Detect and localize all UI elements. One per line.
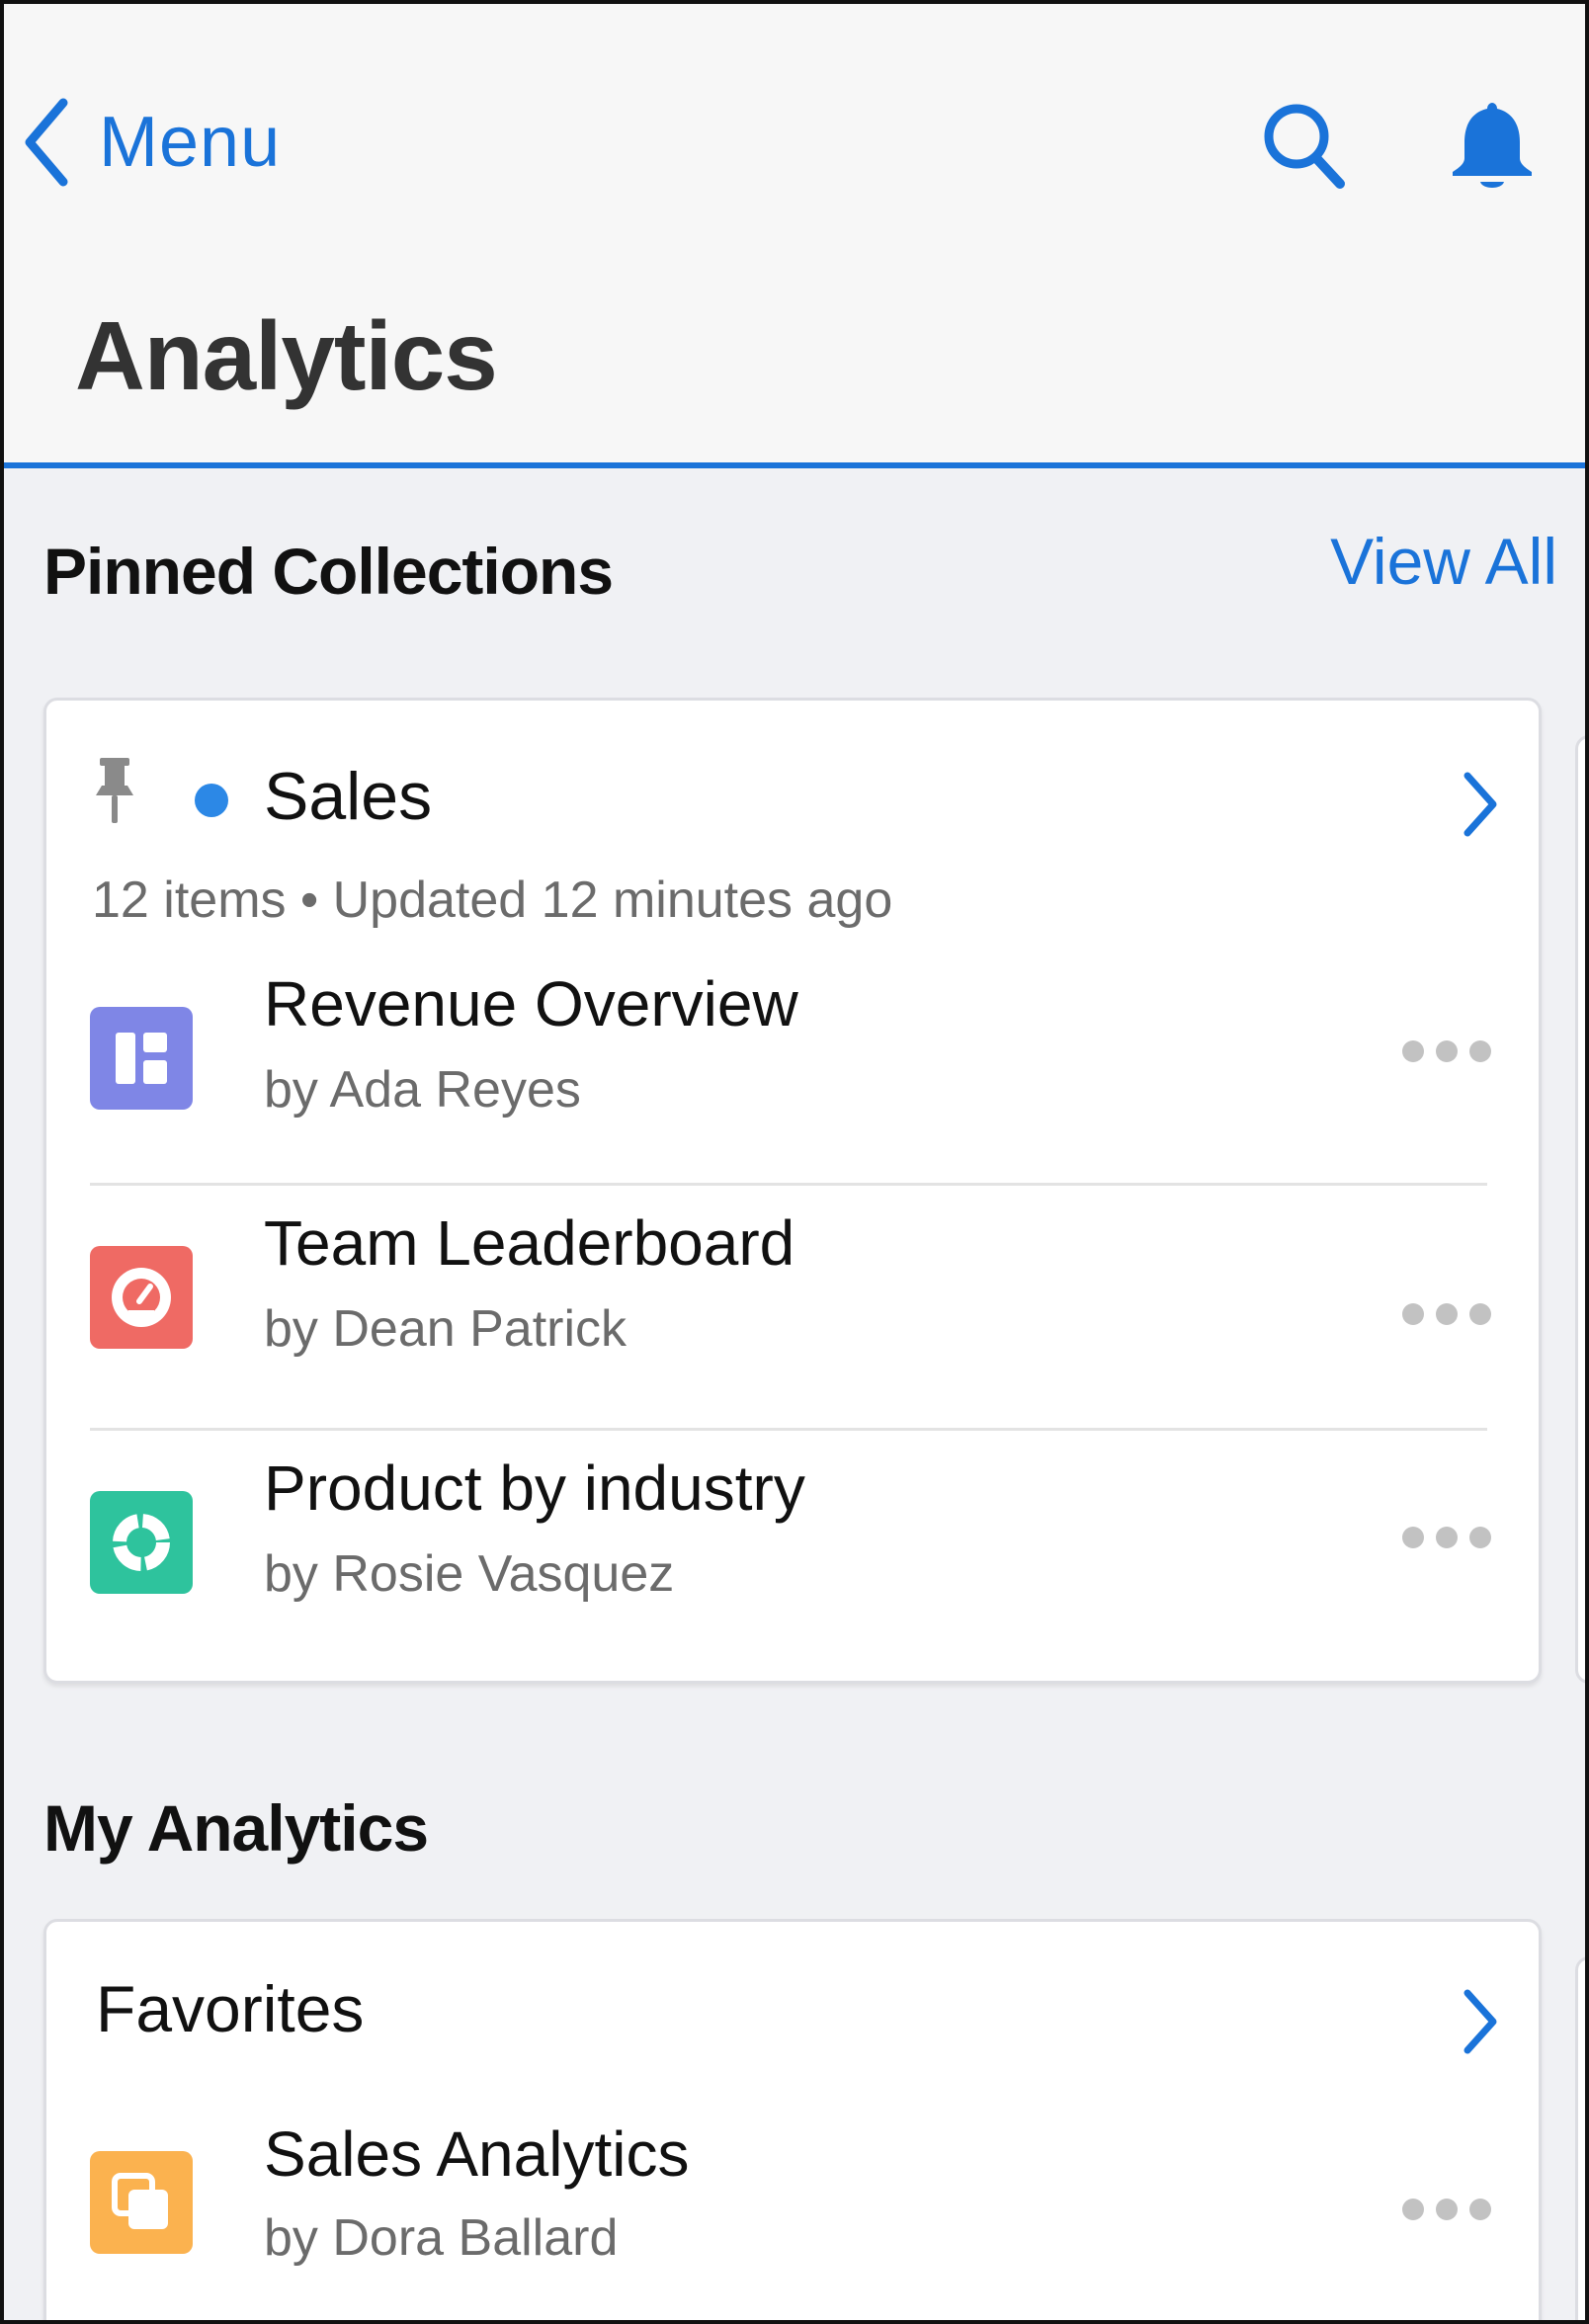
divider	[90, 1428, 1487, 1431]
favorites-card[interactable]: Favorites Sales Analytics by Dora Ballar…	[43, 1919, 1542, 2320]
item-author: by Rosie Vasquez	[264, 1545, 675, 1603]
gauge-icon	[112, 1268, 171, 1327]
status-dot	[195, 784, 228, 817]
view-all-link[interactable]: View All	[1330, 524, 1557, 599]
next-card-peek[interactable]	[1575, 735, 1585, 1684]
item-title: Team Leaderboard	[264, 1207, 795, 1279]
list-item-sales-analytics[interactable]: Sales Analytics by Dora Ballard	[46, 2116, 1539, 2320]
list-item-product-by-industry[interactable]: Product by industry by Rosie Vasquez	[46, 1442, 1539, 1679]
back-label: Menu	[99, 103, 282, 182]
back-button[interactable]: Menu	[18, 95, 281, 190]
collection-meta: 12 items • Updated 12 minutes ago	[92, 872, 893, 929]
divider	[90, 1183, 1487, 1186]
more-options-button[interactable]	[1402, 1523, 1491, 1552]
donut-chart-icon	[113, 1514, 170, 1571]
tile-sales-analytics	[90, 2151, 193, 2254]
tile-product-by-industry	[90, 1491, 193, 1594]
item-author: by Ada Reyes	[264, 1061, 581, 1119]
header: Menu Analytics	[4, 4, 1585, 468]
tile-team-leaderboard	[90, 1246, 193, 1349]
chevron-left-icon	[25, 98, 68, 187]
item-author: by Dora Ballard	[264, 2209, 619, 2267]
list-item-team-leaderboard[interactable]: Team Leaderboard by Dean Patrick	[46, 1197, 1539, 1434]
item-title: Sales Analytics	[264, 2118, 690, 2190]
page-title: Analytics	[75, 301, 498, 410]
more-options-button[interactable]	[1402, 2195, 1491, 2224]
item-author: by Dean Patrick	[264, 1300, 627, 1358]
collection-card-sales[interactable]: Sales 12 items • Updated 12 minutes ago …	[43, 698, 1542, 1684]
more-options-button[interactable]	[1402, 1299, 1491, 1329]
copy-icon	[112, 2173, 168, 2229]
item-title: Revenue Overview	[264, 968, 798, 1039]
dashboard-icon	[116, 1033, 167, 1084]
item-title: Product by industry	[264, 1452, 805, 1524]
chevron-right-icon[interactable]	[1458, 770, 1501, 839]
search-icon[interactable]	[1255, 97, 1354, 196]
favorites-title: Favorites	[96, 1972, 365, 2045]
pinned-section-title: Pinned Collections	[43, 535, 614, 608]
bell-icon[interactable]	[1443, 97, 1542, 196]
my-analytics-section-title: My Analytics	[43, 1791, 429, 1865]
next-card-peek[interactable]	[1575, 1956, 1585, 2320]
chevron-right-icon[interactable]	[1458, 1987, 1501, 2056]
pin-icon[interactable]	[92, 756, 137, 825]
tile-revenue-overview	[90, 1007, 193, 1110]
list-item-revenue-overview[interactable]: Revenue Overview by Ada Reyes	[46, 955, 1539, 1193]
more-options-button[interactable]	[1402, 1037, 1491, 1066]
collection-name: Sales	[264, 759, 433, 834]
app-screen: Menu Analytics Pinned Collections View A…	[0, 0, 1589, 2324]
